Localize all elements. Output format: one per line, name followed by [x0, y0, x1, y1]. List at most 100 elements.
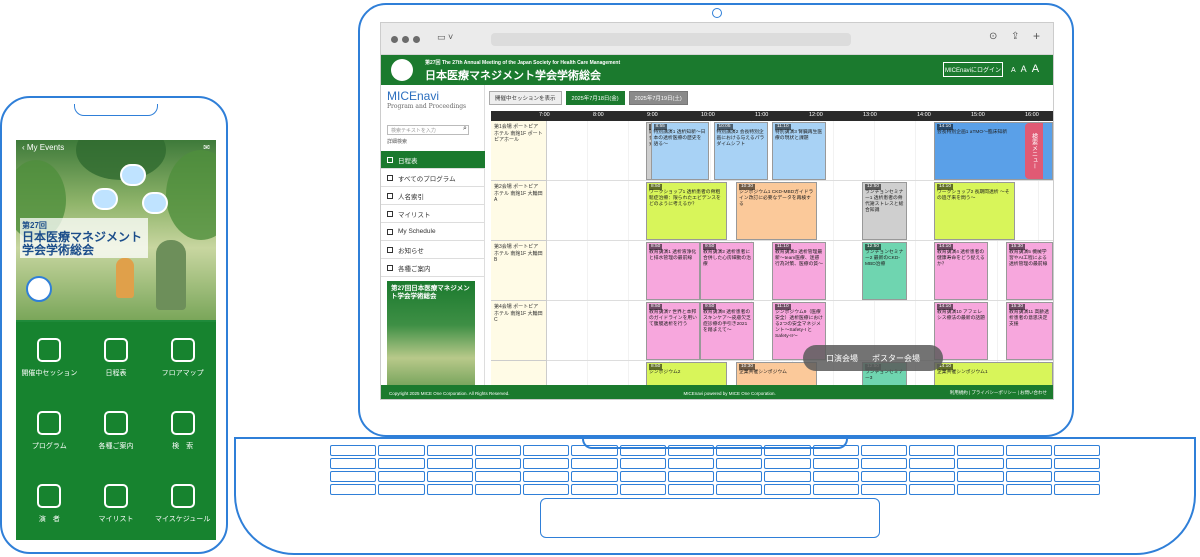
sidebar-menu-item[interactable]: お知らせ — [381, 241, 485, 259]
keyboard-key — [378, 445, 425, 456]
session-block[interactable]: 8:50 教育講演1 透析液浄化と排水管理の最前線 — [646, 242, 700, 300]
sidebar-menu-item[interactable]: 日程表 — [381, 151, 485, 169]
society-logo[interactable] — [391, 59, 413, 81]
poster-venue-button[interactable]: ポスター会場 — [872, 353, 920, 364]
login-button[interactable]: MICEnaviにログイン — [943, 62, 1003, 77]
session-block[interactable]: 8:55 特別講演1 透析知新～日本の透析医療の歴史を語る～ — [650, 122, 709, 180]
footer-links[interactable]: 利用規約 | プライバシーポリシー | お問い合わせ — [950, 390, 1047, 396]
font-medium-button[interactable]: A — [1021, 64, 1027, 74]
keyboard-key — [764, 445, 811, 456]
font-small-button[interactable]: A — [1011, 67, 1016, 74]
session-title: ランチョンセミナー1 透析患者の骨代謝ストレスと総合知識 — [865, 190, 904, 213]
keyboard-key — [764, 458, 811, 469]
event-poster[interactable]: 第27回日本医療マネジメント学会学術総会 — [387, 281, 475, 391]
session-title: 教育講演7 世界と本邦のガイドラインを用いて腹膜透析を行う — [649, 310, 697, 327]
sidebar-menu-item[interactable]: 各種ご案内 — [381, 259, 485, 277]
session-block[interactable]: 9:50 教育講演2 透析患者に合併した心房細動の治療 — [700, 242, 754, 300]
session-title: 教育講演10 アフェレシス療法の最新の話題 — [937, 310, 985, 321]
keyboard-key — [426, 471, 473, 482]
url-bar[interactable] — [491, 33, 851, 46]
tab-day1[interactable]: 2025年7月18日(金) — [565, 91, 625, 105]
phone-menu-item[interactable]: 各種ご案内 — [83, 395, 150, 468]
session-block[interactable]: 15:30 教育講演11 高齢透析患者の意思決定支援 — [1006, 302, 1053, 360]
sidebar-menu-item[interactable]: My Schedule — [381, 223, 485, 241]
session-title: ランチョンセミナー2 最新のCKD-MBD治療 — [865, 250, 904, 267]
session-title: 企業共催シンポジウム — [739, 370, 787, 375]
session-title: 特別講演1 透析知新～日本の透析医療の歴史を語る～ — [653, 130, 706, 147]
site-subtitle: 第27回 The 27th Annual Meeting of the Japa… — [425, 59, 620, 66]
menu-item-icon — [387, 228, 393, 235]
phone-menu-item[interactable]: 日程表 — [83, 322, 150, 395]
sidebar-toggle-icon[interactable]: ▭ ˅ — [437, 32, 453, 43]
back-label: My Events — [26, 143, 65, 152]
phone-menu-item[interactable]: 開催中セッション — [16, 322, 83, 395]
session-block[interactable]: 8:50 ワークショップ1 透析患者の骨粗鬆症治療：限られたエビデンスをどのように… — [646, 182, 727, 240]
search-icon — [170, 410, 195, 435]
session-block[interactable]: 12:50 ランチョンセミナー2 最新のCKD-MBD治療 — [862, 242, 907, 300]
session-block[interactable]: 10:05 特別講演2 会長特別企画における与えるパラダイムシフト — [713, 122, 768, 180]
keyboard-key — [1053, 484, 1100, 495]
phone-menu-item[interactable]: 演 者 — [16, 467, 83, 540]
oral-venue-button[interactable]: 口演会場 — [826, 353, 858, 364]
tab-day2[interactable]: 2025年7月19日(土) — [628, 91, 688, 105]
session-title: 教育講演5 機械学習やAI工程による透析管理の最前線 — [1009, 250, 1048, 267]
session-block[interactable]: 11:10 教育講演3 透析管理最新～team医療、迷惑行為対策、医療の質～ — [772, 242, 826, 300]
keyboard-key — [1005, 445, 1052, 456]
phone-menu-item[interactable]: フロアマップ — [149, 322, 216, 395]
hour-label: 12:00 — [809, 112, 823, 118]
font-large-button[interactable]: A — [1032, 63, 1039, 75]
phone-menu-item[interactable]: マイスケジュール — [149, 467, 216, 540]
keyboard-key — [860, 458, 907, 469]
session-title: シンポジウム1 CKD-MBDガイドライン改訂に必要なデータを再検する — [739, 190, 814, 207]
session-title: 会長特別企画1 aTMO～臨床知新 — [937, 130, 1008, 135]
session-block[interactable]: 9:50 教育講演8 透析患者のスキンケア～皮膚欠乏症診療の手引き2021を踏まえ… — [700, 302, 754, 360]
keyboard-key — [474, 484, 521, 495]
site-title-small: 第27回 — [425, 60, 441, 66]
sidebar-menu-item[interactable]: 人名索引 — [381, 187, 485, 205]
session-block[interactable]: 10:30 シンポジウム1 CKD-MBDガイドライン改訂に必要なデータを再検する — [736, 182, 817, 240]
session-title: 特別講演3 腎臓再生医療の現状と課題 — [775, 130, 823, 141]
session-block[interactable]: 12:50 ランチョンセミナー1 透析患者の骨代謝ストレスと総合知識 — [862, 182, 907, 240]
schedule-toolbar: 開催中セッションを表示 2025年7月18日(金) 2025年7月19日(土) — [487, 89, 1053, 107]
sidebar-menu-item[interactable]: すべてのプログラム — [381, 169, 485, 187]
keyboard-key — [330, 484, 377, 495]
window-close-dot[interactable] — [391, 36, 398, 43]
brand-logo[interactable]: MICEnavi — [387, 89, 439, 103]
sidebar-menu-item[interactable]: マイリスト — [381, 205, 485, 223]
session-block[interactable]: 11:10 特別講演3 腎臓再生医療の現状と課題 — [772, 122, 826, 180]
share-icon[interactable]: ⇪ — [1011, 31, 1019, 42]
phone-frame: ‹ My Events ✉ 第27回 日本医療マネジメント学会学術総会 開催中セ… — [0, 96, 228, 554]
schedule-icon — [170, 483, 195, 508]
search-menu-tab[interactable]: 検索メニュー — [1025, 123, 1043, 179]
keyboard-key — [1005, 484, 1052, 495]
phone-menu-item[interactable]: マイリスト — [83, 467, 150, 540]
hour-label: 13:00 — [863, 112, 877, 118]
session-block[interactable]: 14:10 ワークショップ2 長期間透析 ～その過ぎ来を問う～ — [934, 182, 1015, 240]
phone-menu-item[interactable]: プログラム — [16, 395, 83, 468]
session-block[interactable]: 14:10 教育講演4 透析患者の健康寿命をどう捉えるか？ — [934, 242, 988, 300]
phone-menu-label: 演 者 — [38, 515, 60, 523]
session-block[interactable]: 14:10 教育講演10 アフェレシス療法の最新の話題 — [934, 302, 988, 360]
session-block[interactable]: 15:30 教育講演5 機械学習やAI工程による透析管理の最前線 — [1006, 242, 1053, 300]
search-icon[interactable]: ⌕ — [463, 125, 467, 133]
menu-item-icon — [387, 156, 393, 163]
phone-menu-label: 開催中セッション — [21, 370, 78, 378]
download-icon[interactable]: ⊙ — [989, 31, 997, 42]
window-max-dot[interactable] — [413, 36, 420, 43]
live-session-button[interactable]: 開催中セッションを表示 — [489, 91, 562, 105]
advanced-search-link[interactable]: 詳細検索 — [387, 138, 407, 145]
new-tab-icon[interactable]: + — [1033, 29, 1040, 43]
window-min-dot[interactable] — [402, 36, 409, 43]
back-button[interactable]: ‹ My Events — [22, 143, 64, 153]
search-input[interactable]: 検索テキストを入力 — [387, 125, 469, 135]
phone-notch — [74, 104, 158, 116]
phone-menu-item[interactable]: 検 索 — [149, 395, 216, 468]
phone-menu-label: 日程表 — [105, 370, 127, 378]
room-header: 第3会場 ポートピアホテル 南館1F 大輪田B — [491, 241, 547, 301]
keyboard-key — [1053, 471, 1100, 482]
session-block[interactable]: 8:50 教育講演7 世界と本邦のガイドラインを用いて腹膜透析を行う — [646, 302, 700, 360]
menu-item-icon — [387, 210, 393, 217]
people-chat-icon — [37, 338, 62, 363]
phone-menu-label: 検 索 — [172, 442, 194, 450]
mail-icon[interactable]: ✉ — [203, 143, 210, 153]
